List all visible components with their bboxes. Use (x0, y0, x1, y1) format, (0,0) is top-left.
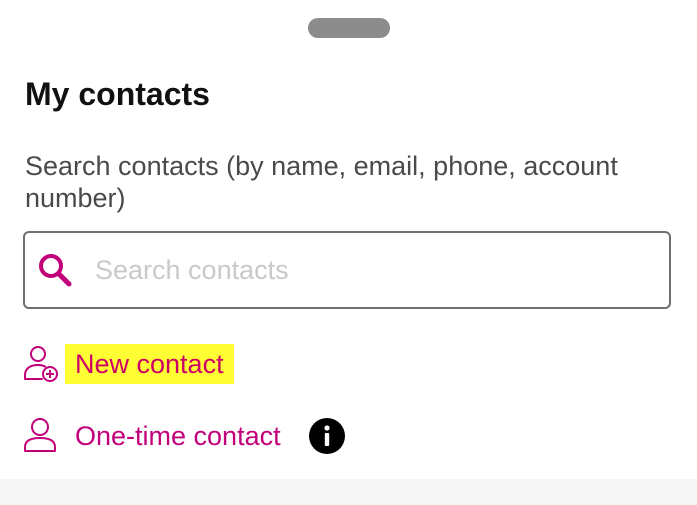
drag-handle[interactable] (308, 18, 390, 38)
search-field[interactable] (23, 231, 671, 309)
info-icon[interactable] (308, 418, 345, 454)
search-icon (39, 254, 72, 287)
person-icon (24, 418, 56, 452)
new-contact-button[interactable]: New contact (23, 344, 234, 384)
new-contact-label[interactable]: New contact (65, 344, 234, 384)
page-title: My contacts (25, 76, 210, 112)
one-time-contact-button[interactable]: One-time contact (75, 416, 281, 456)
add-person-icon (24, 346, 58, 382)
bottom-divider-band (0, 479, 697, 505)
search-help-text: Search contacts (by name, email, phone, … (25, 151, 618, 213)
contacts-bottom-sheet: My contacts Search contacts (by name, em… (0, 0, 697, 505)
one-time-contact-row: One-time contact (23, 416, 345, 456)
search-input[interactable] (95, 250, 655, 290)
